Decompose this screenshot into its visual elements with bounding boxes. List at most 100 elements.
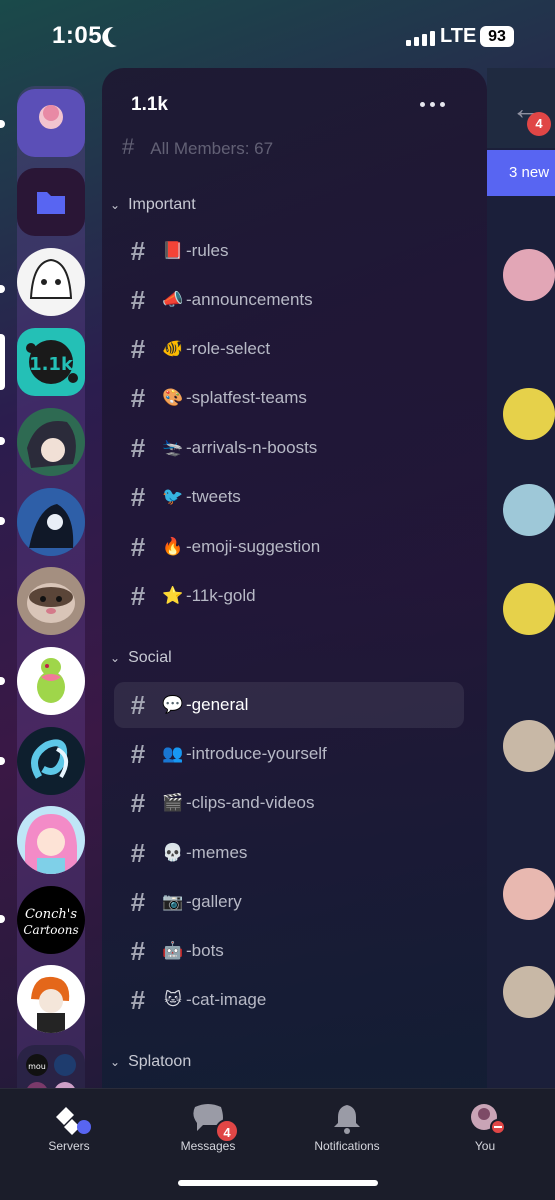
- signal-icon: [406, 30, 435, 46]
- avatar: Conch's Cartoons: [23, 907, 78, 937]
- unread-pill: [0, 437, 5, 445]
- channel-emoji: 📕: [162, 241, 184, 260]
- avatar: [39, 105, 63, 129]
- channel-gallery[interactable]: # 📷 -gallery: [114, 879, 464, 925]
- network-type: LTE: [440, 25, 477, 47]
- avatar: [37, 658, 65, 703]
- category-label: Important: [128, 196, 196, 213]
- hash-icon: #: [130, 580, 146, 611]
- channel-memes[interactable]: # 💀 -memes: [114, 830, 464, 876]
- avatar: [31, 739, 69, 779]
- avatar: [503, 484, 555, 536]
- hash-icon: #: [130, 531, 146, 562]
- home-indicator: [178, 1180, 378, 1186]
- server-icon-persona[interactable]: [17, 488, 85, 556]
- channel-emoji-suggestion[interactable]: # 🔥 -emoji-suggestion: [114, 524, 464, 570]
- channel-label: -cat-image: [186, 990, 267, 1009]
- channel-emoji: 📷: [162, 892, 184, 911]
- channel-emoji: ⭐: [162, 586, 184, 605]
- nav-servers-label: Servers: [48, 1139, 90, 1153]
- channel-announcements[interactable]: # 📣 -announcements: [114, 277, 464, 323]
- nav-notifications[interactable]: Notifications: [292, 1103, 402, 1153]
- channel-tweets[interactable]: # 🐦 -tweets: [114, 474, 464, 520]
- server-name: 1.1k: [131, 94, 168, 115]
- nav-messages[interactable]: 4 Messages: [153, 1103, 263, 1153]
- channel-emoji: 🤖: [162, 941, 184, 960]
- channel-rules[interactable]: # 📕 -rules: [114, 228, 464, 274]
- avatar: [27, 583, 75, 623]
- channel-arrivals-n-boosts[interactable]: # 🛬 -arrivals-n-boosts: [114, 425, 464, 471]
- channel-general[interactable]: # 💬 -general: [114, 682, 464, 728]
- new-messages-banner[interactable]: 3 new: [487, 150, 555, 196]
- avatar: [27, 421, 76, 468]
- avatar: [503, 720, 555, 772]
- server-icon-dm[interactable]: [17, 89, 85, 157]
- avatar: [503, 388, 555, 440]
- channel-splatfest-teams[interactable]: # 🎨 -splatfest-teams: [114, 375, 464, 421]
- channel-label: -gallery: [186, 892, 242, 911]
- category-label: Social: [128, 649, 172, 666]
- nav-messages-label: Messages: [180, 1139, 236, 1153]
- channel-panel: 1.1k # All Members: 67 ⌄ Important # 📕 -rul…: [102, 68, 487, 1090]
- nav-you[interactable]: You: [430, 1103, 540, 1153]
- channel-label: -splatfest-teams: [186, 388, 307, 407]
- channel-label: -general: [186, 695, 249, 714]
- focus-moon-icon: [105, 23, 131, 49]
- chat-peek[interactable]: ← 4 3 new: [487, 68, 555, 1090]
- hash-icon: #: [130, 235, 146, 266]
- folder-mini-text: mou: [28, 1062, 46, 1071]
- channel-cat-image[interactable]: # 🐱 -cat-image: [114, 977, 464, 1023]
- hash-icon: #: [130, 382, 146, 413]
- channel-label: -arrivals-n-boosts: [186, 438, 318, 457]
- server-icon-conchs-cartoons[interactable]: Conch's Cartoons: [17, 886, 85, 954]
- server-folder[interactable]: [17, 168, 85, 236]
- channel-emoji: 🐱: [164, 990, 182, 1009]
- channel-clips-and-videos[interactable]: # 🎬 -clips-and-videos: [114, 780, 464, 826]
- more-options-icon[interactable]: [420, 102, 445, 107]
- channel-emoji: 👥: [162, 744, 184, 763]
- category-important[interactable]: ⌄ Important: [110, 196, 196, 214]
- channel-role-select[interactable]: # 🐠 -role-select: [114, 326, 464, 372]
- hash-icon: #: [130, 738, 146, 769]
- status-time: 1:05: [52, 22, 103, 49]
- members-counter-label: All Members: 67: [150, 139, 274, 158]
- server-icon-manga[interactable]: [17, 248, 85, 316]
- unread-pill: [0, 120, 5, 128]
- server-icon-iono[interactable]: [17, 806, 85, 874]
- hash-icon: #: [122, 134, 135, 159]
- chevron-down-icon: ⌄: [110, 198, 121, 212]
- conch-text-1: Conch's: [25, 907, 77, 922]
- unread-pill: [0, 285, 5, 293]
- avatar: [17, 488, 85, 556]
- profile-avatar-icon: [468, 1103, 506, 1135]
- server-label-1-1k: 1.1k: [29, 354, 74, 375]
- channel-emoji: 🛬: [162, 438, 184, 457]
- avatar: [25, 814, 77, 874]
- category-social[interactable]: ⌄ Social: [110, 649, 172, 667]
- hash-icon: #: [130, 481, 146, 512]
- battery-icon: 93: [480, 26, 514, 47]
- channel-label: -rules: [186, 241, 229, 260]
- channel-label: -tweets: [186, 487, 241, 506]
- server-icon-character[interactable]: [17, 965, 85, 1033]
- server-icon-1-1k[interactable]: 1.1k: [17, 328, 85, 396]
- nav-you-label: You: [474, 1139, 496, 1153]
- unread-pill: [0, 757, 5, 765]
- category-splatoon[interactable]: ⌄ Splatoon: [110, 1053, 191, 1071]
- channel-label: -emoji-suggestion: [186, 537, 321, 556]
- hash-icon: #: [130, 787, 146, 818]
- channel-bots[interactable]: # 🤖 -bots: [114, 928, 464, 974]
- channel-emoji: 💬: [162, 695, 184, 714]
- nav-notifications-label: Notifications: [314, 1139, 380, 1153]
- nav-servers[interactable]: Servers: [14, 1103, 124, 1153]
- hash-icon: #: [130, 935, 146, 966]
- channel-11k-gold[interactable]: # ⭐ -11k-gold: [114, 573, 464, 619]
- server-icon-ferret[interactable]: [17, 567, 85, 635]
- channel-emoji: 🎨: [162, 388, 184, 407]
- channel-label: -11k-gold: [186, 586, 256, 605]
- server-icon-swirl[interactable]: [17, 727, 85, 795]
- bell-icon: [330, 1103, 364, 1134]
- channel-introduce-yourself[interactable]: # 👥 -introduce-yourself: [114, 731, 464, 777]
- server-icon-meganium[interactable]: [17, 647, 85, 715]
- server-icon-anime[interactable]: [17, 408, 85, 476]
